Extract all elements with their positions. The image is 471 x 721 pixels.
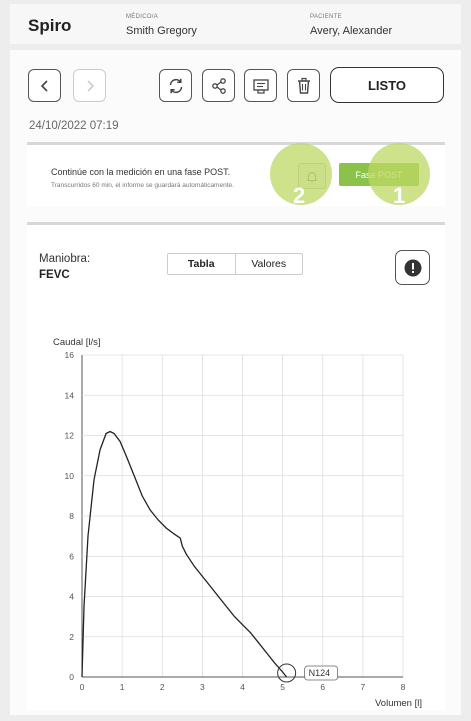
annotation-label: N124 xyxy=(309,668,331,678)
chart-ticks: 0 1 2 3 4 5 6 7 80246810121416 xyxy=(65,350,406,692)
y-tick-label: 6 xyxy=(69,551,74,561)
x-tick-label: 6 xyxy=(320,682,325,692)
x-tick-label: 5 xyxy=(280,682,285,692)
chart-grid xyxy=(81,354,404,678)
flow-volume-chart: Caudal [l/s] Volumen [l] 0 1 2 3 4 5 6 7 8024681… xyxy=(53,337,422,709)
end-of-test-marker xyxy=(277,663,297,683)
x-tick-label: 8 xyxy=(401,682,406,692)
x-tick-label: 2 xyxy=(160,682,165,692)
y-tick-label: 14 xyxy=(65,390,75,400)
x-tick-label: 0 xyxy=(80,682,85,692)
flow-volume-curve xyxy=(81,430,288,678)
x-tick-label: 1 xyxy=(120,682,125,692)
y-tick-label: 8 xyxy=(69,511,74,521)
y-axis-label: Caudal [l/s] xyxy=(53,337,101,348)
y-tick-label: 4 xyxy=(69,592,74,602)
x-tick-label: 7 xyxy=(361,682,366,692)
y-tick-label: 10 xyxy=(65,471,75,481)
x-tick-label: 4 xyxy=(240,682,245,692)
y-tick-label: 2 xyxy=(69,632,74,642)
y-tick-label: 12 xyxy=(65,431,75,441)
x-axis-label: Volumen [l] xyxy=(375,698,422,709)
y-tick-label: 0 xyxy=(69,672,74,682)
x-tick-label: 3 xyxy=(200,682,205,692)
app-frame: Spiro MÉDICO/A Smith Gregory PACIENTE Av… xyxy=(0,0,471,721)
y-tick-label: 16 xyxy=(65,350,75,360)
